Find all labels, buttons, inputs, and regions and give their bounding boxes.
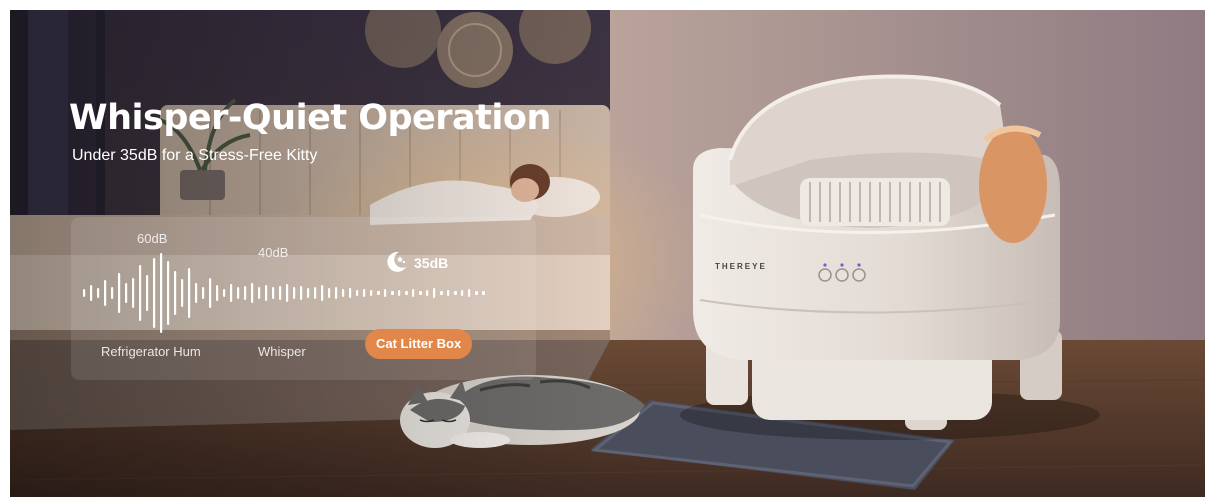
page-subtitle: Under 35dB for a Stress-Free Kitty [72, 147, 318, 164]
sound-wave-bar [237, 287, 240, 299]
sound-wave-bar [97, 288, 100, 298]
db-label-35: 35dB [414, 255, 449, 271]
sound-wave-bar [377, 291, 380, 295]
sound-wave-bar [195, 283, 198, 303]
sound-wave-bar [447, 290, 450, 296]
moon-stars-icon [387, 251, 406, 272]
sound-wave-bar [300, 286, 303, 300]
sound-wave-bar [391, 291, 394, 295]
sound-wave-bar [475, 291, 478, 295]
sound-wave-bar [118, 273, 121, 313]
hero-text: Whisper-Quiet Operation Under 35dB for a… [10, 10, 710, 210]
cat-litter-box-badge: Cat Litter Box [365, 329, 473, 359]
sound-wave-bar [440, 291, 443, 295]
sound-wave-bar [174, 271, 177, 315]
sound-wave-bar [384, 289, 387, 297]
sound-wave-bar [349, 288, 352, 298]
brand-label: THEREYE [715, 262, 767, 271]
sound-wave-bar [412, 289, 415, 297]
sound-wave-bar [83, 289, 86, 297]
caption-whisper: Whisper [258, 344, 306, 359]
sound-wave-bar [230, 284, 233, 302]
sound-wave-bar [125, 283, 128, 303]
page-title: Whisper-Quiet Operation [69, 98, 551, 138]
sound-wave-bar [202, 287, 205, 299]
sound-wave-bar [286, 284, 289, 302]
sound-wave-bar [370, 290, 373, 296]
sound-wave-bar [181, 279, 184, 307]
sound-wave-bar [272, 287, 275, 299]
sound-wave-bar [335, 287, 338, 299]
sound-wave-bar [454, 291, 457, 295]
sound-wave-bar [356, 290, 359, 296]
sound-wave-bar [461, 290, 464, 296]
litter-box-device [680, 74, 1100, 440]
sound-wave-bar [111, 287, 114, 299]
sound-wave-bar [90, 285, 93, 301]
sound-wave-bar [216, 285, 219, 301]
sound-wave-bar [146, 275, 149, 311]
sound-wave-bar [279, 286, 282, 300]
sound-wave-bar [482, 291, 485, 295]
sound-wave-bar [188, 268, 191, 318]
sound-wave-bar [139, 265, 142, 321]
sound-wave-bar [209, 278, 212, 308]
sound-wave-bar [167, 261, 170, 325]
sound-wave-bar [419, 291, 422, 295]
sound-wave-bar [328, 288, 331, 298]
sound-wave-bar [244, 286, 247, 300]
sound-wave-bar [426, 290, 429, 296]
banner: THEREYE Whisper-Quiet Operation Under 35… [10, 10, 1205, 497]
db-label-40: 40dB [258, 245, 289, 260]
sound-wave-bar [265, 285, 268, 301]
sound-wave-bar [153, 258, 156, 328]
sound-wave-bar [307, 288, 310, 298]
sound-wave-bar [468, 289, 471, 297]
sound-wave-bar [342, 289, 345, 297]
sound-wave-bar [293, 287, 296, 299]
sound-wave-bar [405, 291, 408, 295]
sound-wave-bar [363, 289, 366, 297]
sound-wave-bar [321, 285, 324, 301]
sound-wave-bar [398, 290, 401, 296]
sound-wave-bar [251, 283, 254, 303]
sound-wave-bar [433, 288, 436, 298]
caption-refrigerator-hum: Refrigerator Hum [101, 344, 201, 359]
sound-wave-bar [132, 278, 135, 308]
noise-comparison-panel: 60dB 40dB 35dB Refrigerator Hum Whisper … [71, 217, 536, 380]
sound-wave-bar [314, 287, 317, 299]
sound-wave-bar [104, 280, 107, 306]
sound-wave-bar [160, 253, 163, 333]
db-label-60: 60dB [137, 231, 168, 246]
sound-wave-bar [223, 289, 226, 297]
sound-wave-bar [258, 287, 261, 299]
